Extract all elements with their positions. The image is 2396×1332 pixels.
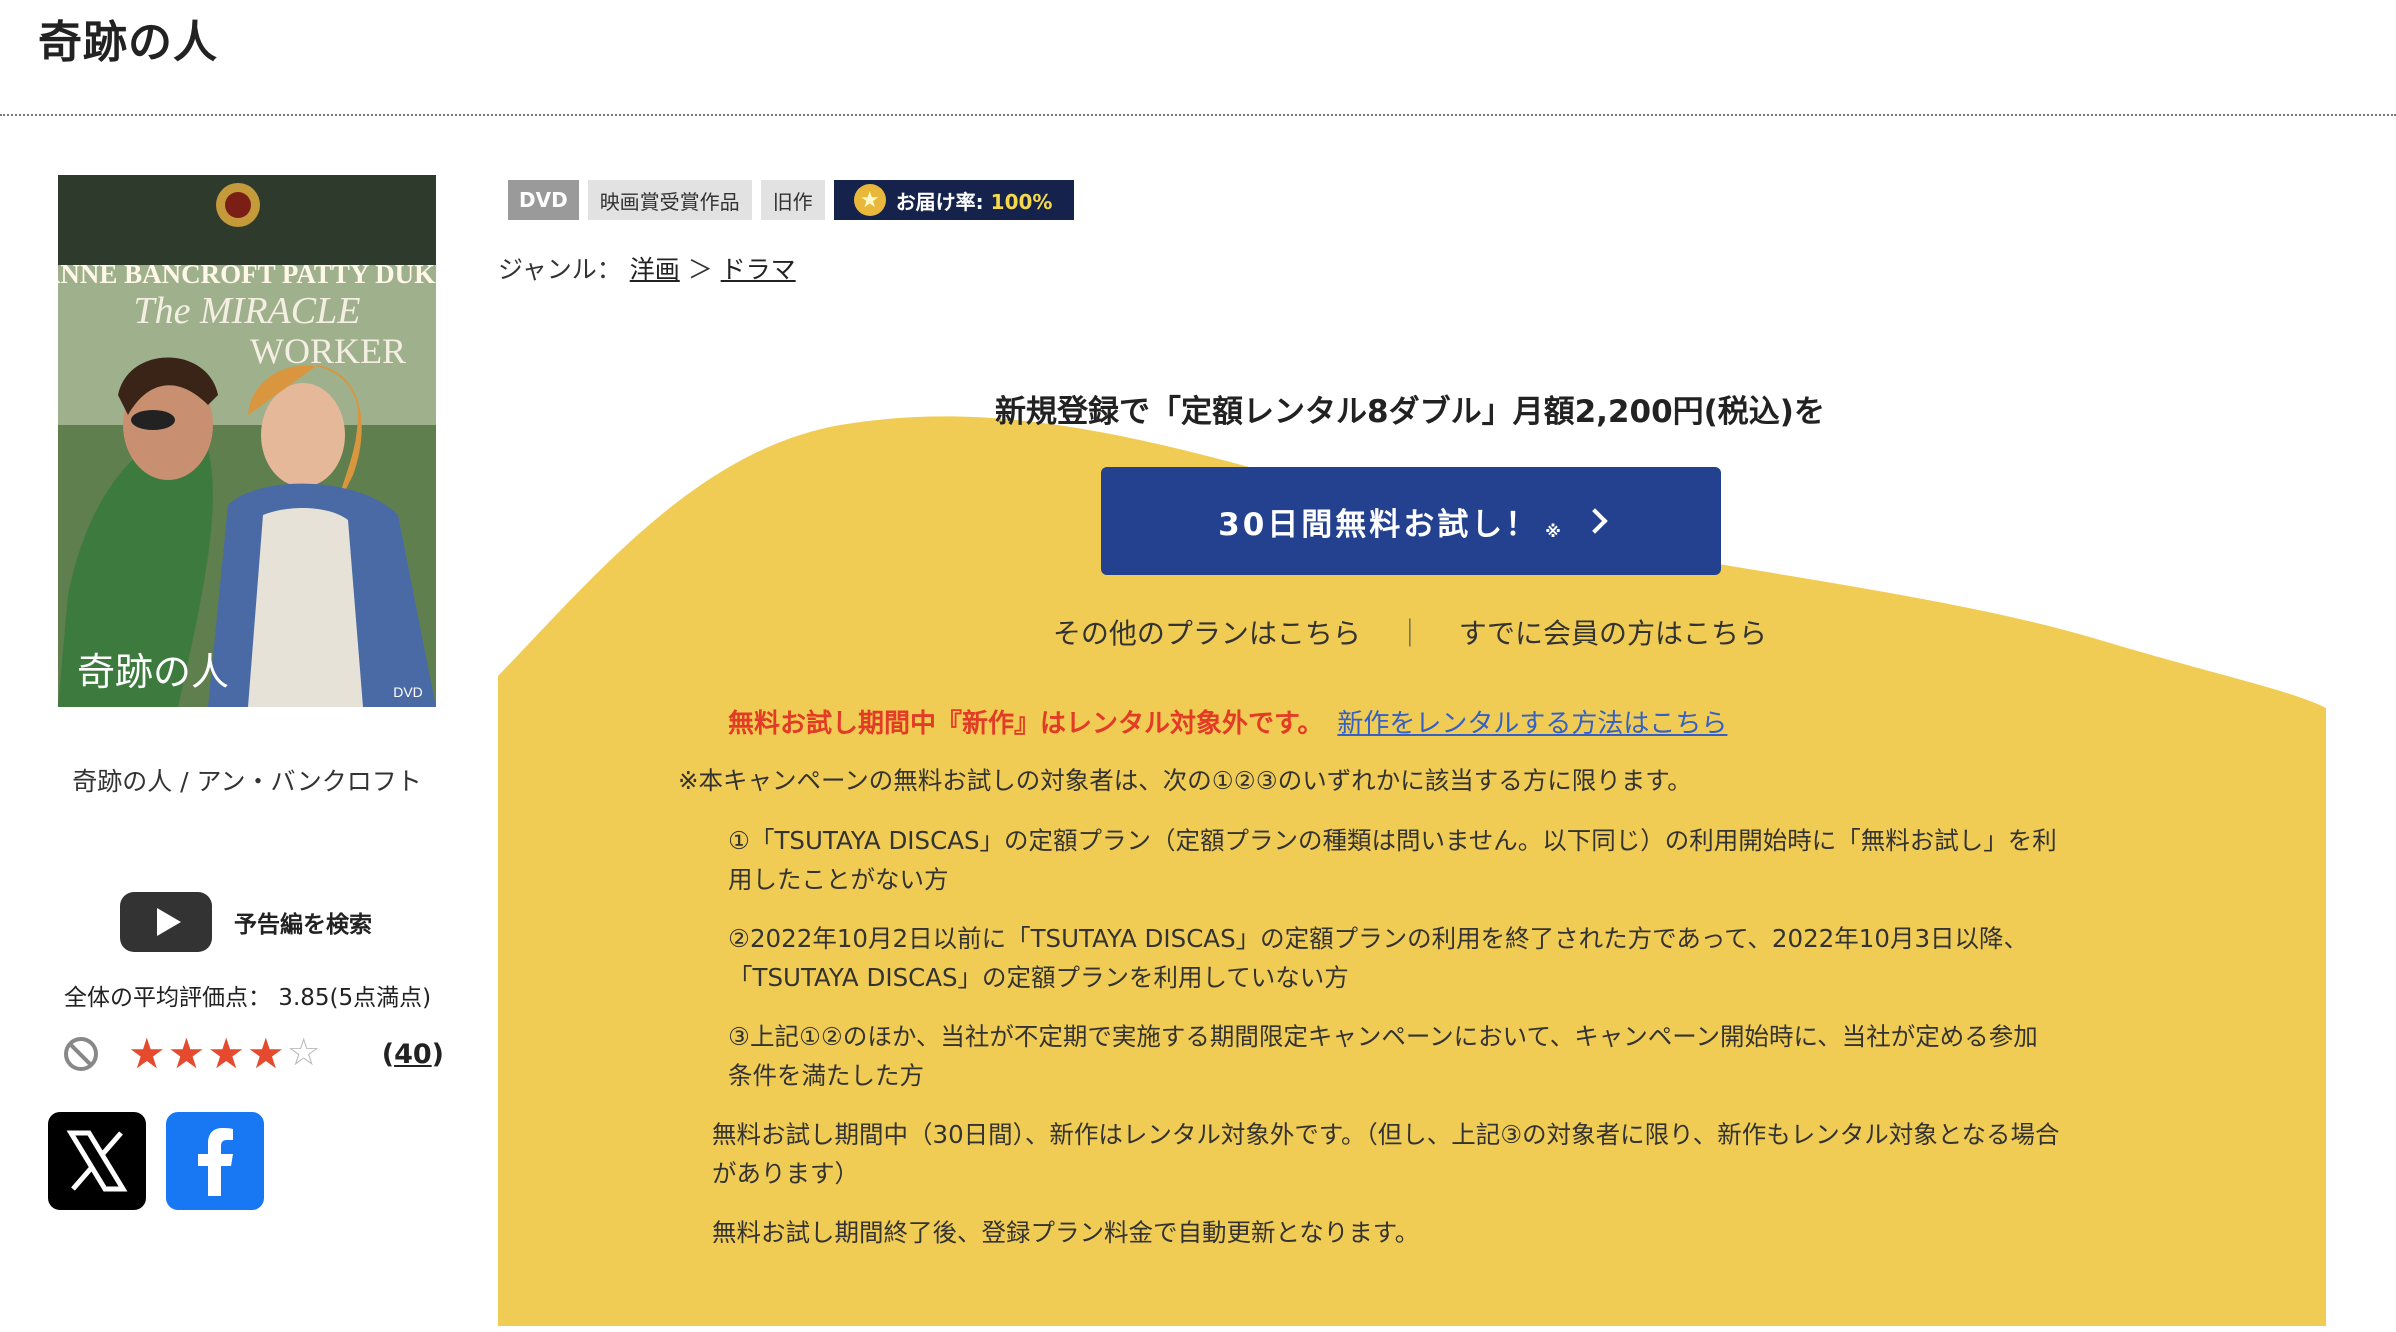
genre-link-drama[interactable]: ドラマ: [721, 255, 796, 284]
dvd-cover-image[interactable]: ANNE BANCROFT PATTY DUKE The MIRACLE WOR…: [58, 175, 436, 707]
rating-row: ★ ★ ★ ★ ☆ (40): [64, 1032, 444, 1076]
other-plans-link[interactable]: その他のプランはこちら: [1053, 617, 1361, 650]
trailer-search-button[interactable]: 予告編を検索: [120, 892, 372, 952]
cover-dvd-mark: DVD: [393, 684, 423, 700]
cover-caption: 奇跡の人 / アン・バンクロフト: [72, 767, 422, 796]
no-entry-icon[interactable]: [64, 1037, 98, 1071]
badge-dvd: DVD: [508, 180, 579, 220]
review-count-link[interactable]: 40: [394, 1039, 432, 1070]
star-rating: ★ ★ ★ ★ ☆: [128, 1033, 321, 1075]
free-trial-button[interactable]: 30日間無料お試し！ ※: [1101, 467, 1721, 575]
existing-member-link[interactable]: すでに会員の方はこちら: [1459, 617, 1767, 650]
eligibility-item-2: ②2022年10月2日以前に「TSUTAYA DISCAS」の定額プランの利用を…: [728, 924, 2029, 953]
coin-star-icon: ★: [853, 184, 886, 216]
cover-title-line2: WORKER: [250, 331, 406, 371]
average-rating-text: 全体の平均評価点： 3.85(5点満点): [64, 985, 432, 1011]
chevron-right-icon: [1582, 508, 1608, 534]
new-release-warning: 無料お試し期間中『新作』はレンタル対象外です。 新作をレンタルする方法はこちら: [728, 709, 1728, 739]
cover-jp-title: 奇跡の人: [77, 650, 229, 694]
new-release-rental-link[interactable]: 新作をレンタルする方法はこちら: [1337, 709, 1727, 739]
plan-links: その他のプランはこちら ｜ すでに会員の方はこちら: [1052, 617, 1768, 650]
eligibility-item-1: ①「TSUTAYA DISCAS」の定額プラン（定額プランの種類は問いません。以…: [728, 826, 2057, 855]
item-badges: DVD 映画賞受賞作品 旧作 ★ お届け率: 100%: [508, 180, 1075, 220]
trial-new-release-note-cont: があります）: [712, 1159, 859, 1188]
badge-old-release: 旧作: [760, 180, 825, 220]
x-logo-icon[interactable]: [48, 1112, 146, 1210]
auto-renewal-note: 無料お試し期間終了後、登録プラン料金で自動更新となります。: [712, 1218, 1420, 1247]
facebook-logo-icon[interactable]: [166, 1112, 264, 1210]
star-empty-icon: ☆: [286, 1030, 321, 1074]
eligibility-item-3-cont: 条件を満たした方: [728, 1061, 924, 1090]
eligibility-item-2-cont: 「TSUTAYA DISCAS」の定額プランを利用していない方: [728, 963, 1349, 992]
review-count: (40): [381, 1038, 444, 1070]
left-column: ANNE BANCROFT PATTY DUKE The MIRACLE WOR…: [0, 0, 500, 1332]
genre-link-western-film[interactable]: 洋画: [630, 255, 680, 284]
eligibility-item-1-cont: 用したことがない方: [728, 865, 949, 894]
trial-new-release-note: 無料お試し期間中（30日間）、新作はレンタル対象外です。（但し、上記③の対象者に…: [712, 1120, 2060, 1149]
genre-breadcrumb: ジャンル： 洋画 ＞ ドラマ: [498, 255, 796, 284]
youtube-play-icon[interactable]: [120, 892, 212, 952]
promo-headline: 新規登録で「定額レンタル8ダブル」月額2,200円(税込)を: [995, 394, 1825, 430]
eligibility-item-3: ③上記①②のほか、当社が不定期で実施する期間限定キャンペーンにおいて、キャンペー…: [728, 1022, 2038, 1051]
badge-award: 映画賞受賞作品: [587, 180, 752, 220]
cover-credits: ANNE BANCROFT PATTY DUKE: [58, 259, 436, 289]
star-icon: ★: [128, 1029, 166, 1078]
star-icon: ★: [167, 1029, 206, 1078]
cover-title-line1: The MIRACLE: [134, 290, 361, 332]
campaign-eligibility-note: ※本キャンペーンの無料お試しの対象者は、次の①②③のいずれかに該当する方に限りま…: [678, 766, 1692, 795]
star-icon: ★: [246, 1029, 285, 1078]
star-icon: ★: [207, 1029, 245, 1078]
trailer-label: 予告編を検索: [234, 912, 372, 938]
badge-delivery-rate: ★ お届け率: 100%: [833, 180, 1075, 220]
social-share: [48, 1112, 264, 1210]
